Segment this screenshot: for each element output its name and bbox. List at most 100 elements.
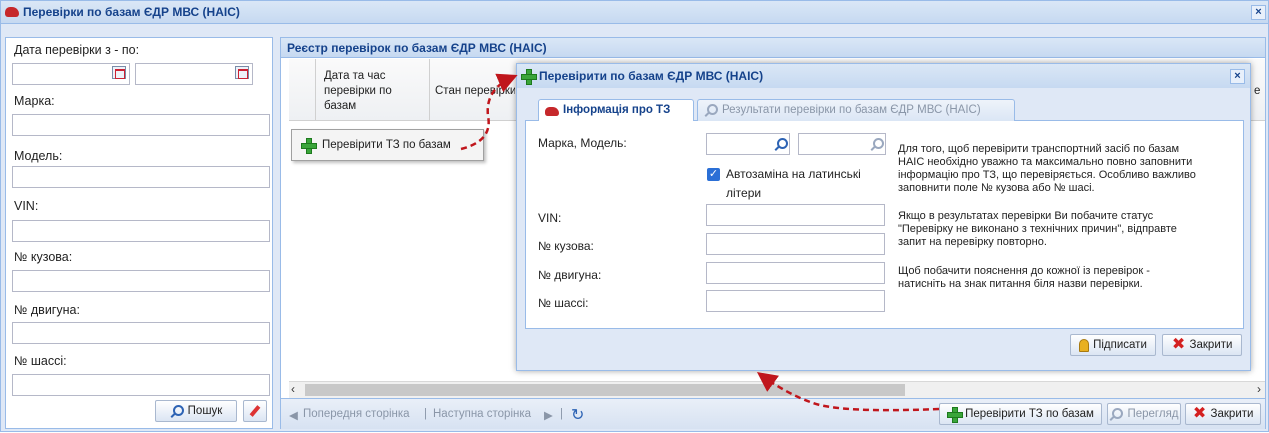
prev-page-button[interactable]: Попередня сторінка xyxy=(303,408,410,420)
search-icon xyxy=(1109,407,1124,421)
calendar-icon[interactable] xyxy=(112,66,126,79)
paging-toolbar: ◀ Попередня сторінка | Наступна сторінка… xyxy=(281,398,1265,429)
search-button[interactable]: Пошук xyxy=(155,400,237,422)
context-menu-item-label: Перевірити ТЗ по базам xyxy=(322,139,451,151)
engine-label: № двигуна: xyxy=(14,303,80,317)
body-label: № кузова: xyxy=(14,250,73,264)
column-separator xyxy=(315,59,316,121)
chassis-number-field[interactable] xyxy=(12,374,270,396)
column-header-cut: е xyxy=(1254,85,1261,97)
horizontal-scrollbar[interactable]: ‹ › xyxy=(289,381,1265,398)
search-icon xyxy=(704,103,718,117)
brand-field[interactable] xyxy=(12,114,270,136)
chassis-label: № шассі: xyxy=(14,354,67,368)
close-button[interactable]: ✖ Закрити xyxy=(1185,403,1261,425)
next-page-icon: ▶ xyxy=(544,410,553,422)
prev-page-icon: ◀ xyxy=(289,410,298,422)
scroll-left-icon[interactable]: ‹ xyxy=(291,382,295,396)
chassis-number-field[interactable] xyxy=(706,290,885,312)
info-line: Щоб побачити пояснення до кожної із пере… xyxy=(898,265,1150,277)
check-dialog: Перевірити по базам ЄДР МВС (НАІС) × Інф… xyxy=(516,63,1251,371)
check-vehicle-button[interactable]: Перевірити ТЗ по базам xyxy=(939,403,1102,425)
close-icon[interactable]: × xyxy=(1251,5,1266,20)
model-label: Модель: xyxy=(14,149,63,163)
dialog-close-label: Закрити xyxy=(1189,339,1233,351)
info-line: Якщо в результатах перевірки Ви побачите… xyxy=(898,210,1154,222)
body-number-field[interactable] xyxy=(12,270,270,292)
vin-field[interactable] xyxy=(12,220,270,242)
filter-panel: Дата перевірки з - по: Марка: Модель: VI… xyxy=(5,37,273,429)
search-button-label: Пошук xyxy=(187,405,223,417)
context-menu-item-check[interactable]: Перевірити ТЗ по базам xyxy=(292,130,483,160)
plus-icon xyxy=(301,138,317,154)
key-icon xyxy=(1079,338,1090,352)
autoreplace-label: літери xyxy=(726,186,762,200)
info-line: заповнити поле № кузова або № шасі. xyxy=(898,182,1095,194)
engine-number-field[interactable] xyxy=(706,262,885,284)
tab-label: Інформація про ТЗ xyxy=(563,104,671,116)
search-icon[interactable] xyxy=(870,137,884,151)
tab-label: Результати перевірки по базам ЄДР МВС (Н… xyxy=(722,104,981,116)
model-field[interactable] xyxy=(12,166,270,188)
date-label: Дата перевірки з - по: xyxy=(14,43,140,57)
separator: | xyxy=(560,408,563,420)
chassis-label: № шассі: xyxy=(538,296,589,310)
close-button-label: Закрити xyxy=(1210,408,1254,420)
refresh-icon[interactable]: ↻ xyxy=(571,405,584,425)
body-label: № кузова: xyxy=(538,239,594,253)
info-line: НАІС необхідно уважно та максимально пов… xyxy=(898,156,1193,168)
vin-label: VIN: xyxy=(14,199,39,213)
info-line: натисніть на знак питання біля назви пер… xyxy=(898,278,1143,290)
clear-button[interactable] xyxy=(243,400,267,422)
column-separator xyxy=(429,59,430,121)
dialog-title-text: Перевірити по базам ЄДР МВС (НАІС) xyxy=(539,69,764,83)
column-header-status[interactable]: Стан перевірки xyxy=(435,84,515,99)
column-header-date[interactable]: Дата та час перевірки по базам xyxy=(324,69,424,114)
window-title-text: Перевірки по базам ЄДР МВС (НАІС) xyxy=(23,5,240,19)
close-icon: ✖ xyxy=(1171,336,1186,353)
registry-title: Реєстр перевірок по базам ЄДР МВС (НАІС) xyxy=(281,38,1265,58)
info-line: "Перевірку не виконано з технічних причи… xyxy=(898,223,1177,235)
context-menu: Перевірити ТЗ по базам xyxy=(291,129,484,161)
engine-label: № двигуна: xyxy=(538,268,602,282)
search-icon xyxy=(170,404,184,418)
info-text-1: Для того, щоб перевірити транспортний за… xyxy=(898,143,1238,195)
dialog-tabbar: Інформація про ТЗ Результати перевірки п… xyxy=(525,97,1244,122)
sign-button-label: Підписати xyxy=(1093,339,1147,351)
search-icon[interactable] xyxy=(774,137,788,151)
dialog-close-button[interactable]: ✖ Закрити xyxy=(1162,334,1242,356)
info-line: запит на перевірку повторно. xyxy=(898,236,1047,248)
car-icon xyxy=(5,7,19,17)
view-button[interactable]: Перегляд xyxy=(1107,403,1181,425)
calendar-icon[interactable] xyxy=(235,66,249,79)
brand-label: Марка: xyxy=(14,94,55,108)
vin-label: VIN: xyxy=(538,211,562,225)
close-icon[interactable]: × xyxy=(1230,69,1245,84)
next-page-button[interactable]: Наступна сторінка xyxy=(433,408,531,420)
vin-field[interactable] xyxy=(706,204,885,226)
separator: | xyxy=(424,408,427,420)
scroll-right-icon[interactable]: › xyxy=(1257,382,1261,396)
tab-check-results[interactable]: Результати перевірки по базам ЄДР МВС (Н… xyxy=(697,99,1015,121)
info-text-2: Якщо в результатах перевірки Ви побачите… xyxy=(898,210,1238,249)
info-line: інформацію про ТЗ, що перевіряється. Осо… xyxy=(898,169,1196,181)
scrollbar-thumb[interactable] xyxy=(305,384,905,396)
body-number-field[interactable] xyxy=(706,233,885,255)
dialog-title: Перевірити по базам ЄДР МВС (НАІС) xyxy=(517,64,1250,88)
plus-icon xyxy=(947,407,964,423)
window-title: Перевірки по базам ЄДР МВС (НАІС) xyxy=(1,1,1268,24)
sign-button[interactable]: Підписати xyxy=(1070,334,1156,356)
plus-icon xyxy=(521,69,537,85)
info-line: Для того, щоб перевірити транспортний за… xyxy=(898,143,1180,155)
check-vehicle-label: Перевірити ТЗ по базам xyxy=(965,408,1094,420)
eraser-icon xyxy=(249,405,261,417)
close-icon: ✖ xyxy=(1192,405,1207,422)
tab-panel: Марка, Модель: ✓ Автозаміна на латинські… xyxy=(525,121,1244,329)
autoreplace-label: Автозаміна на латинські xyxy=(726,167,861,181)
engine-number-field[interactable] xyxy=(12,322,270,344)
car-icon xyxy=(545,107,559,116)
brand-model-label: Марка, Модель: xyxy=(538,136,627,150)
autoreplace-checkbox[interactable]: ✓ xyxy=(707,168,720,181)
tab-vehicle-info[interactable]: Інформація про ТЗ xyxy=(538,99,694,122)
view-button-label: Перегляд xyxy=(1127,408,1179,420)
